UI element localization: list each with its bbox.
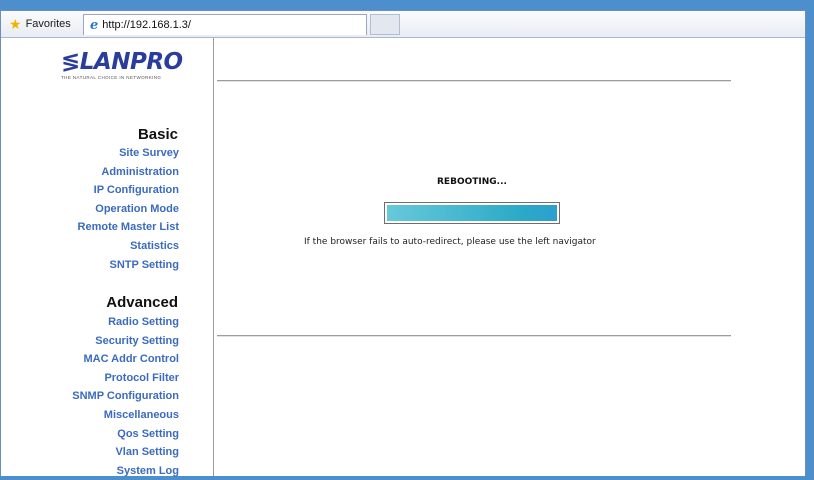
bottom-divider [217, 335, 731, 337]
favorites-label: Favorites [25, 18, 71, 30]
star-icon: ★ [9, 16, 22, 32]
sidebar-item-mac-addr-control[interactable]: MAC Addr Control [72, 350, 179, 369]
sidebar-item-sntp-setting[interactable]: SNTP Setting [78, 256, 179, 275]
sidebar-item-site-survey[interactable]: Site Survey [78, 144, 179, 163]
nav-list-basic: Site Survey Administration IP Configurat… [78, 144, 179, 274]
sidebar-item-qos-setting[interactable]: Qos Setting [72, 425, 179, 444]
nav-heading-advanced: Advanced [106, 294, 178, 311]
sidebar-item-security-setting[interactable]: Security Setting [72, 332, 179, 351]
progress-fill [387, 205, 557, 221]
sidebar-item-vlan-setting[interactable]: Vlan Setting [72, 443, 179, 462]
browser-window: ★ Favorites e http://192.168.1.3/ ≶LANPR… [0, 10, 807, 477]
browser-toolbar: ★ Favorites e http://192.168.1.3/ [1, 11, 805, 38]
sidebar: ≶LANPRO THE NATURAL CHOICE IN NETWORKING… [1, 38, 214, 477]
rebooting-status: REBOOTING... [437, 177, 507, 187]
sidebar-item-administration[interactable]: Administration [78, 163, 179, 182]
logo-brand: ≶LANPRO [61, 49, 183, 75]
browser-tab[interactable]: e http://192.168.1.3/ [83, 14, 367, 35]
sidebar-item-miscellaneous[interactable]: Miscellaneous [72, 406, 179, 425]
sidebar-item-protocol-filter[interactable]: Protocol Filter [72, 369, 179, 388]
new-tab-button[interactable] [370, 14, 400, 35]
sidebar-item-remote-master-list[interactable]: Remote Master List [78, 218, 179, 237]
logo-tagline: THE NATURAL CHOICE IN NETWORKING [61, 75, 162, 80]
page-content: ≶LANPRO THE NATURAL CHOICE IN NETWORKING… [1, 38, 807, 477]
favorites-button[interactable]: ★ Favorites [9, 16, 71, 32]
tab-url: http://192.168.1.3/ [102, 19, 191, 31]
main-panel: REBOOTING... If the browser fails to aut… [214, 38, 807, 476]
sidebar-item-system-log[interactable]: System Log [72, 462, 179, 480]
nav-list-advanced: Radio Setting Security Setting MAC Addr … [72, 313, 179, 480]
top-divider [217, 80, 731, 82]
sidebar-item-snmp-configuration[interactable]: SNMP Configuration [72, 387, 179, 406]
sidebar-item-radio-setting[interactable]: Radio Setting [72, 313, 179, 332]
ie-icon: e [90, 17, 99, 33]
redirect-notice: If the browser fails to auto-redirect, p… [304, 237, 596, 247]
sidebar-item-ip-configuration[interactable]: IP Configuration [78, 181, 179, 200]
reboot-progress-bar [384, 202, 560, 224]
lanpro-logo[interactable]: ≶LANPRO THE NATURAL CHOICE IN NETWORKING [61, 50, 185, 86]
sidebar-item-operation-mode[interactable]: Operation Mode [78, 200, 179, 219]
logo-mark-icon: ≶ [61, 49, 80, 75]
nav-heading-basic: Basic [137, 126, 178, 143]
sidebar-item-statistics[interactable]: Statistics [78, 237, 179, 256]
